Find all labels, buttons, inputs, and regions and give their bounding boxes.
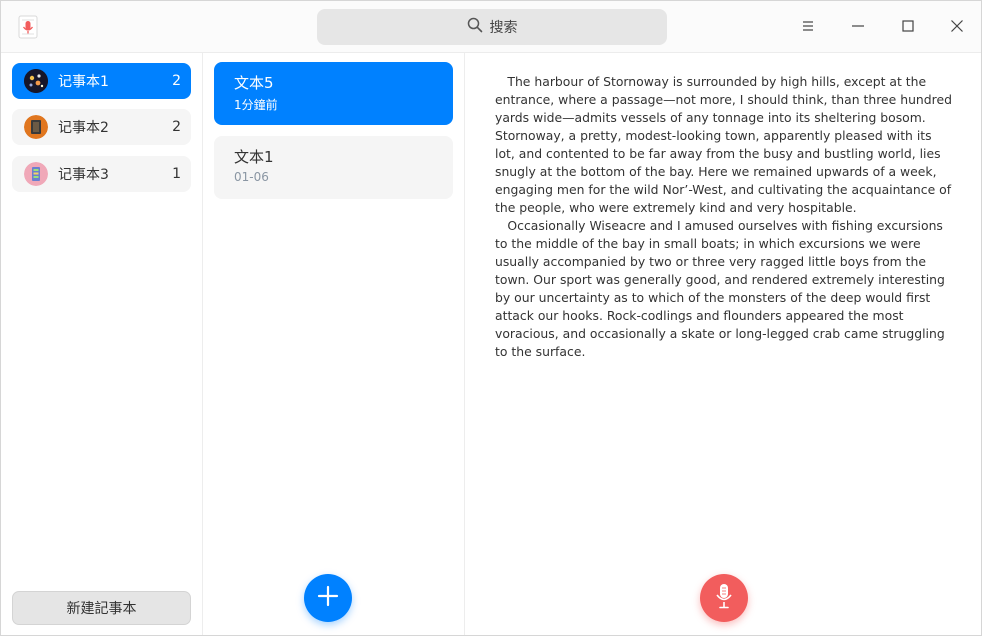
- note-editor[interactable]: The harbour of Stornoway is surrounded b…: [465, 53, 981, 635]
- notebook-avatar: [24, 115, 48, 139]
- note-time: 1分鐘前: [234, 98, 278, 112]
- search-box[interactable]: 搜索: [317, 9, 667, 45]
- note-title: 文本1: [234, 148, 274, 166]
- voice-notes-app-icon: [15, 14, 41, 40]
- maximize-button[interactable]: [893, 12, 923, 42]
- notebook-avatar: [24, 162, 48, 186]
- close-icon: [950, 18, 964, 37]
- close-button[interactable]: [942, 12, 972, 42]
- search-icon: [467, 17, 483, 37]
- maximize-icon: [901, 18, 915, 37]
- notebook-name: 记事本2: [58, 120, 109, 136]
- notebook-sidebar: 记事本1 2 记事本2 2 记事本3 1 新建記事本: [1, 53, 203, 635]
- note-list: 文本5 1分鐘前 文本1 01-06: [203, 53, 465, 635]
- plus-icon: [317, 585, 339, 611]
- menu-button[interactable]: [793, 12, 823, 42]
- notebook-count: 2: [172, 73, 181, 89]
- titlebar: 搜索: [1, 1, 981, 53]
- minimize-button[interactable]: [843, 12, 873, 42]
- microphone-icon: [714, 583, 734, 613]
- record-voice-button[interactable]: [700, 574, 748, 622]
- notebook-name: 记事本1: [58, 74, 109, 90]
- editor-paragraph: The harbour of Stornoway is surrounded b…: [495, 74, 952, 215]
- app-window: 搜索 记事本1 2 记事本2 2 记事本3 1 新建記事本 文本5 1分鐘前 文…: [0, 0, 982, 636]
- note-item[interactable]: 文本5 1分鐘前: [214, 62, 453, 125]
- search-placeholder: 搜索: [489, 20, 518, 36]
- notebook-avatar: [24, 69, 48, 93]
- new-notebook-button[interactable]: 新建記事本: [12, 591, 191, 625]
- hamburger-menu-icon: [801, 18, 815, 37]
- note-title: 文本5: [234, 74, 274, 92]
- editor-paragraph: Occasionally Wiseacre and I amused ourse…: [495, 218, 945, 359]
- notebook-count: 1: [172, 166, 181, 182]
- note-item[interactable]: 文本1 01-06: [214, 136, 453, 199]
- notebook-item[interactable]: 记事本3 1: [12, 156, 191, 192]
- notebook-item[interactable]: 记事本1 2: [12, 63, 191, 99]
- minimize-icon: [851, 18, 865, 37]
- notebook-name: 记事本3: [58, 167, 109, 183]
- notebook-item[interactable]: 记事本2 2: [12, 109, 191, 145]
- note-time: 01-06: [234, 170, 269, 184]
- add-note-button[interactable]: [304, 574, 352, 622]
- editor-text[interactable]: The harbour of Stornoway is surrounded b…: [495, 73, 955, 361]
- notebook-count: 2: [172, 119, 181, 135]
